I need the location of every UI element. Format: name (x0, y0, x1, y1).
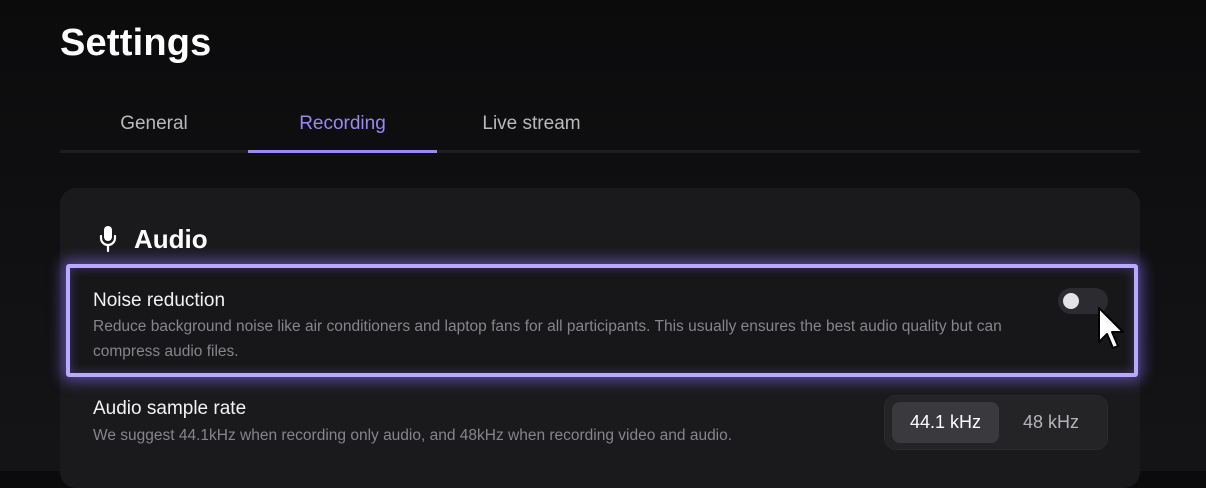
page-title: Settings (60, 22, 212, 64)
noise-reduction-label: Noise reduction (93, 290, 226, 311)
settings-tabs: General Recording Live stream (60, 100, 1140, 153)
sample-rate-selector: 44.1 kHz 48 kHz (884, 395, 1108, 450)
audio-section-title: Audio (134, 223, 208, 254)
mouse-cursor-icon (1098, 307, 1124, 349)
tab-live-stream[interactable]: Live stream (437, 100, 626, 150)
tab-recording[interactable]: Recording (248, 100, 437, 153)
microphone-icon (99, 226, 117, 253)
sample-rate-option-48[interactable]: 48 kHz (1001, 402, 1101, 443)
tab-general[interactable]: General (60, 100, 248, 150)
sample-rate-option-44-1[interactable]: 44.1 kHz (892, 402, 999, 443)
audio-section-header: Audio (98, 224, 208, 254)
sample-rate-description: We suggest 44.1kHz when recording only a… (93, 427, 733, 444)
toggle-knob (1063, 293, 1079, 309)
noise-reduction-description: Reduce background noise like air conditi… (93, 318, 1002, 360)
sample-rate-label: Audio sample rate (93, 398, 247, 419)
